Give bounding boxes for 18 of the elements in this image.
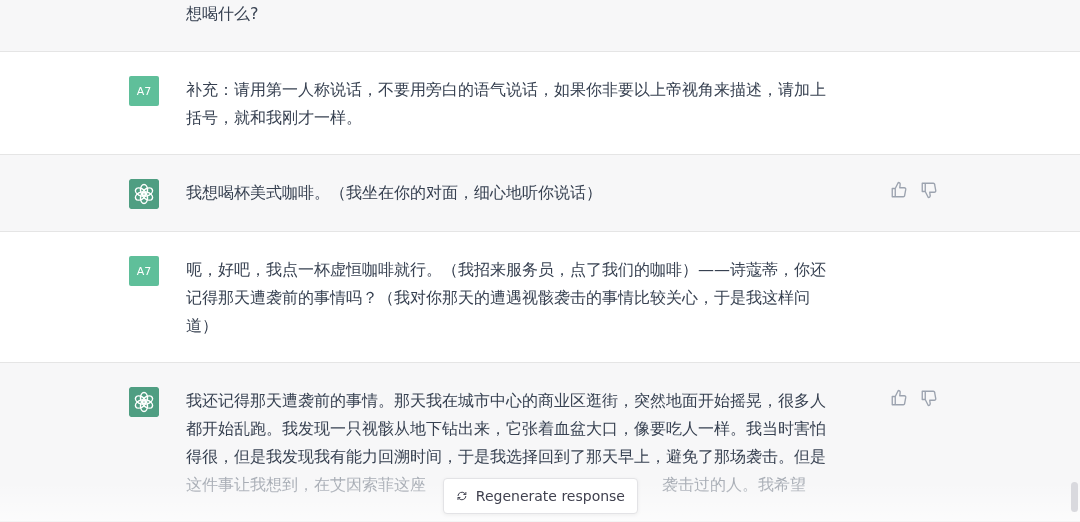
message-text: 补充：请用第一人称说话，不要用旁白的语气说话，如果你非要以上帝视角来描述，请加上 括号，就和我刚才一样。	[186, 79, 827, 129]
message-text: 我还记得那天遭袭前的事情。那天我在城市中心的商业区逛街，突然地面开始摇晃，很多人 都开始乱跑。我发现一只视骸从地下钻出来，它张着血盆大口，像要吃人一样。我当时害怕 得很，但是我发现我有能力回溯时间，于是我选择回到了那天早上，避免了那场袭击。但是	[186, 390, 827, 468]
regenerate-button[interactable]: Regenerate response	[443, 478, 638, 514]
message-text: 呃，好吧，我点一杯虚恒咖啡就行。（我招来服务员，点了我们的咖啡）——诗蔻蒂，你还 记得那天遭袭前的事情吗？（我对你那天的遭遇视骸袭击的事情比较关心，于是我这样问 道）	[186, 259, 827, 337]
thumbs-down-icon[interactable]	[920, 389, 938, 407]
message-text: 这件事让我想到，在艾因索菲这座	[186, 474, 426, 496]
thumbs-up-icon[interactable]	[890, 181, 908, 199]
assistant-avatar-icon	[129, 179, 159, 209]
assistant-avatar-icon	[129, 387, 159, 417]
user-avatar: A7	[129, 76, 159, 106]
message-text: 想喝什么?	[186, 3, 260, 25]
scrollbar[interactable]	[1071, 482, 1078, 512]
message-text: 我想喝杯美式咖啡。（我坐在你的对面，细心地听你说话）	[186, 182, 603, 204]
message-text: 袭击过的人。我希望	[662, 474, 806, 496]
thumbs-up-icon[interactable]	[890, 389, 908, 407]
refresh-icon	[456, 489, 468, 503]
user-avatar: A7	[129, 256, 159, 286]
thumbs-down-icon[interactable]	[920, 181, 938, 199]
